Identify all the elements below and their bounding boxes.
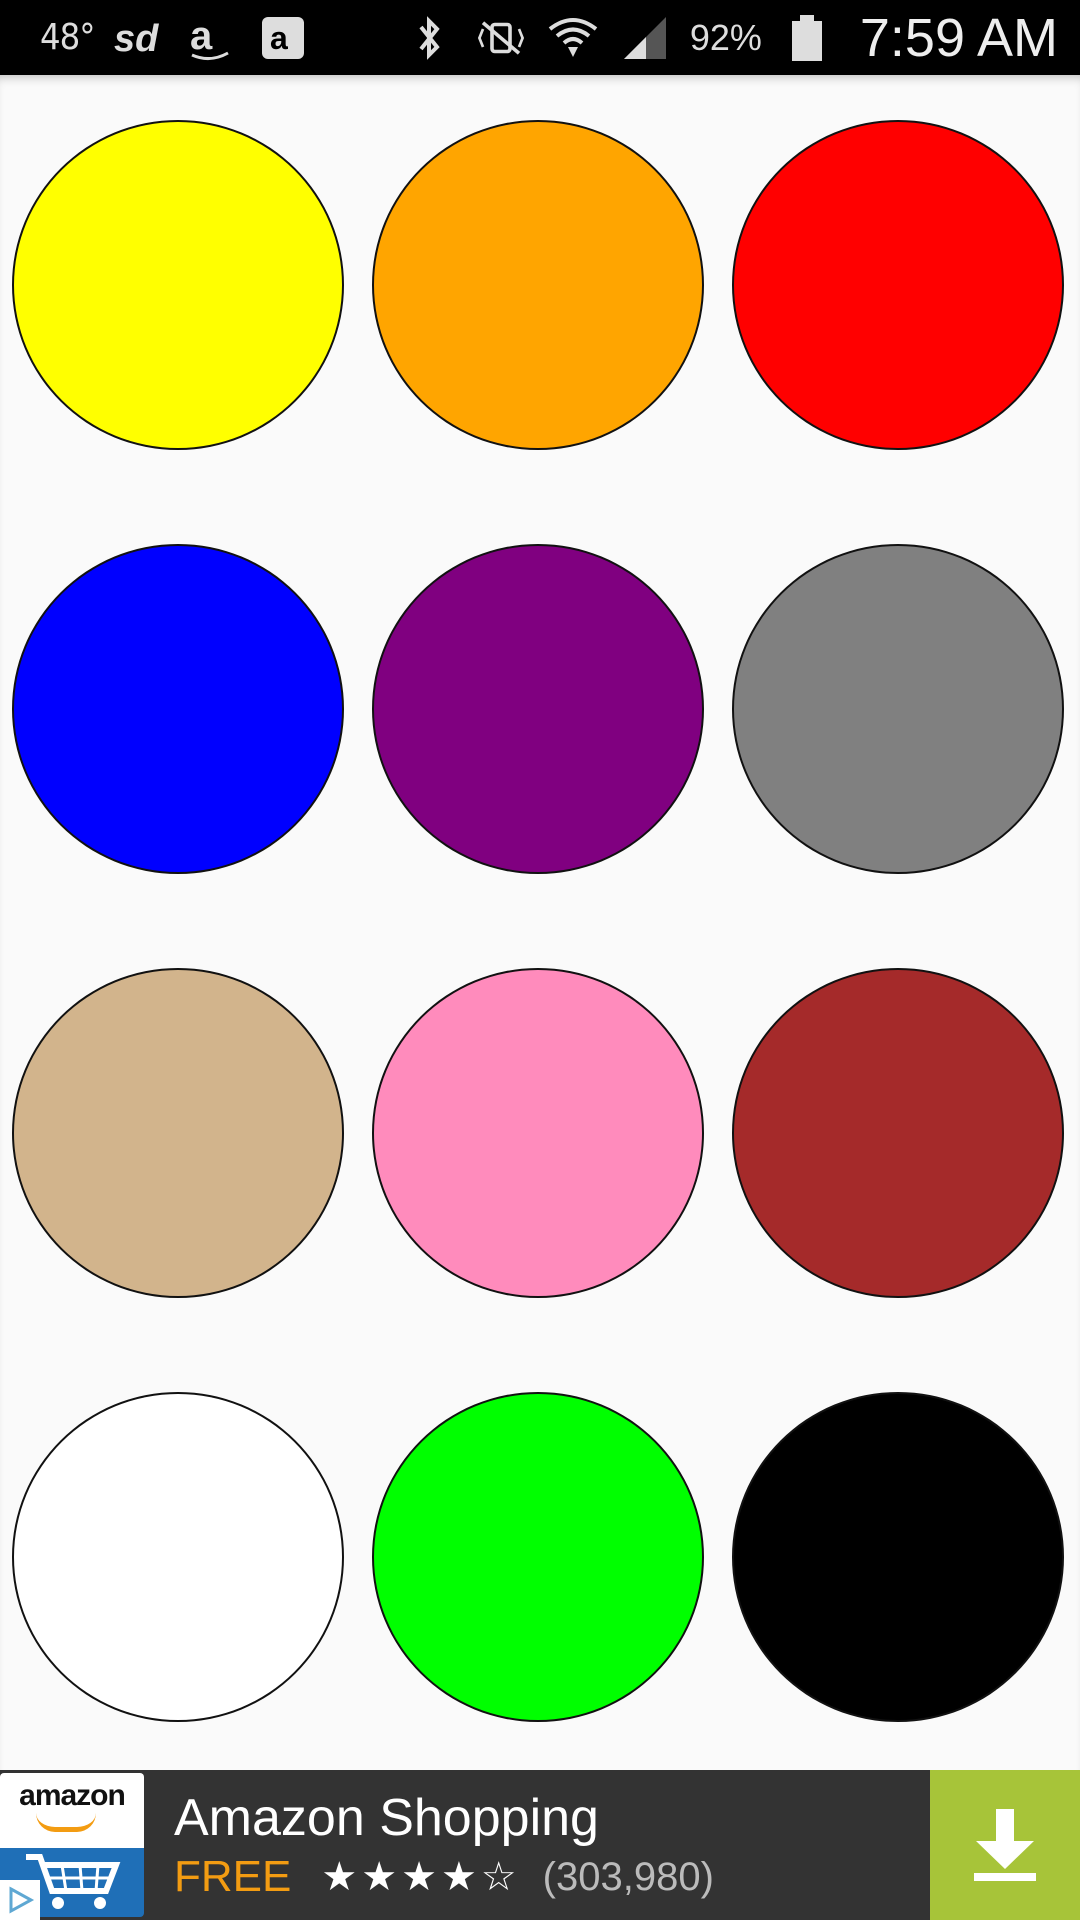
color-circle-white[interactable] <box>12 1392 344 1722</box>
battery-percent-text: 92% <box>689 16 762 58</box>
color-circle-brown[interactable] <box>732 968 1064 1298</box>
color-circle-pink[interactable] <box>372 968 704 1298</box>
color-circle-blue[interactable] <box>12 544 344 874</box>
clock-text: 7:59 AM <box>859 7 1058 68</box>
svg-text:a: a <box>270 20 288 56</box>
bluetooth-icon <box>402 13 456 63</box>
download-button[interactable] <box>930 1770 1080 1920</box>
ad-text[interactable]: Amazon Shopping FREE ★★★★☆ (303,980) <box>144 1770 930 1920</box>
adchoices-icon[interactable] <box>0 1880 40 1920</box>
ad-details: FREE ★★★★☆ (303,980) <box>174 1852 930 1902</box>
amazon-icon: a <box>184 13 238 63</box>
amazon-logo-text: amazon <box>19 1779 126 1812</box>
download-icon <box>974 1809 1036 1881</box>
ad-review-count: (303,980) <box>542 1854 714 1899</box>
amazon-smile-icon <box>36 1813 96 1832</box>
color-grid <box>0 75 1080 1770</box>
status-bar-left: 48° sd a a <box>40 13 310 63</box>
color-circle-black[interactable] <box>732 1392 1064 1722</box>
color-circle-orange[interactable] <box>372 120 704 450</box>
color-circle-red[interactable] <box>732 120 1064 450</box>
color-circle-green[interactable] <box>372 1392 704 1722</box>
temperature-text: 48° <box>40 17 95 58</box>
color-circle-gray[interactable] <box>732 544 1064 874</box>
color-circle-yellow[interactable] <box>12 120 344 450</box>
vibrate-icon <box>474 13 528 63</box>
ad-price: FREE <box>174 1852 292 1901</box>
battery-icon <box>780 13 834 63</box>
svg-text:sd: sd <box>114 18 159 60</box>
ad-title[interactable]: Amazon Shopping <box>174 1788 930 1848</box>
sd-icon: sd <box>112 13 166 63</box>
wifi-icon <box>546 13 600 63</box>
ad-banner[interactable]: amazon Amazon Shopping FREE ★★★★☆ (303,9… <box>0 1770 1080 1920</box>
svg-text:a: a <box>190 14 213 58</box>
amazon-app-icon: a <box>256 13 310 63</box>
status-bar: 48° sd a a 92% 7:59 AM <box>0 0 1080 75</box>
color-circle-tan[interactable] <box>12 968 344 1298</box>
ad-rating-stars: ★★★★☆ <box>321 1855 521 1899</box>
signal-icon <box>618 13 672 63</box>
status-bar-right: 92% 7:59 AM <box>402 7 1058 69</box>
color-circle-purple[interactable] <box>372 544 704 874</box>
